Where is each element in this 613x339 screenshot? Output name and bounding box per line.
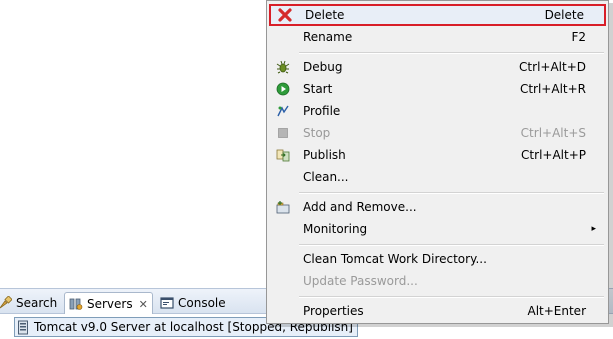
menu-item-label: Stop xyxy=(303,126,331,140)
tab-search-label: Search xyxy=(16,295,58,310)
tab-servers-label: Servers xyxy=(87,297,133,311)
menu-item-shortcut: F2 xyxy=(571,30,586,44)
menu-item-rename[interactable]: Rename F2 xyxy=(269,26,606,48)
menu-item-properties[interactable]: Properties Alt+Enter xyxy=(269,300,606,322)
add-remove-icon xyxy=(269,200,297,214)
menu-item-stop: Stop Ctrl+Alt+S xyxy=(269,122,606,144)
tab-servers[interactable]: Servers ✕ xyxy=(64,292,153,315)
menu-item-monitoring[interactable]: Monitoring ▸ xyxy=(269,218,606,240)
submenu-arrow-icon: ▸ xyxy=(591,224,596,234)
menu-item-label: Clean... xyxy=(303,170,349,184)
tab-console-label: Console xyxy=(178,295,226,310)
menu-item-shortcut: Delete xyxy=(544,8,584,22)
menu-item-label: Add and Remove... xyxy=(303,200,417,214)
context-menu: Delete Delete Rename F2 Debug Ctrl+Alt+D… xyxy=(266,0,609,324)
debug-icon xyxy=(269,60,297,74)
menu-separator xyxy=(299,192,604,194)
stop-icon xyxy=(269,126,297,140)
menu-item-label: Clean Tomcat Work Directory... xyxy=(303,252,487,266)
menu-item-start[interactable]: Start Ctrl+Alt+R xyxy=(269,78,606,100)
publish-icon xyxy=(269,148,297,162)
search-icon xyxy=(0,295,12,310)
menu-item-update-password: Update Password... xyxy=(269,270,606,292)
menu-item-label: Debug xyxy=(303,60,343,74)
menu-separator xyxy=(299,296,604,298)
menu-separator xyxy=(299,244,604,246)
server-icon xyxy=(17,320,29,335)
menu-item-delete[interactable]: Delete Delete xyxy=(269,4,606,26)
menu-item-shortcut: Ctrl+Alt+P xyxy=(521,148,586,162)
menu-separator xyxy=(299,52,604,54)
menu-item-label: Rename xyxy=(303,30,353,44)
start-icon xyxy=(269,82,297,96)
menu-item-debug[interactable]: Debug Ctrl+Alt+D xyxy=(269,56,606,78)
menu-item-label: Start xyxy=(303,82,333,96)
menu-item-profile[interactable]: Profile xyxy=(269,100,606,122)
menu-item-shortcut: Alt+Enter xyxy=(527,304,586,318)
profile-icon xyxy=(269,104,297,118)
tab-console[interactable]: Console xyxy=(160,292,226,313)
menu-item-shortcut: Ctrl+Alt+S xyxy=(520,126,586,140)
menu-item-clean[interactable]: Clean... xyxy=(269,166,606,188)
menu-item-shortcut: Ctrl+Alt+R xyxy=(519,82,586,96)
servers-icon xyxy=(69,297,83,311)
menu-item-label: Profile xyxy=(303,104,341,118)
console-icon xyxy=(160,296,174,310)
menu-item-label: Monitoring xyxy=(303,222,368,236)
menu-item-add-remove[interactable]: Add and Remove... xyxy=(269,196,606,218)
close-icon[interactable]: ✕ xyxy=(139,298,148,311)
menu-item-label: Publish xyxy=(303,148,346,162)
tab-search[interactable]: Search xyxy=(0,292,57,313)
menu-item-label: Delete xyxy=(305,8,345,22)
menu-item-label: Properties xyxy=(303,304,364,318)
menu-item-clean-tomcat-work-dir[interactable]: Clean Tomcat Work Directory... xyxy=(269,248,606,270)
menu-item-label: Update Password... xyxy=(303,274,418,288)
menu-item-publish[interactable]: Publish Ctrl+Alt+P xyxy=(269,144,606,166)
menu-item-shortcut: Ctrl+Alt+D xyxy=(519,60,586,74)
delete-icon xyxy=(271,8,299,22)
